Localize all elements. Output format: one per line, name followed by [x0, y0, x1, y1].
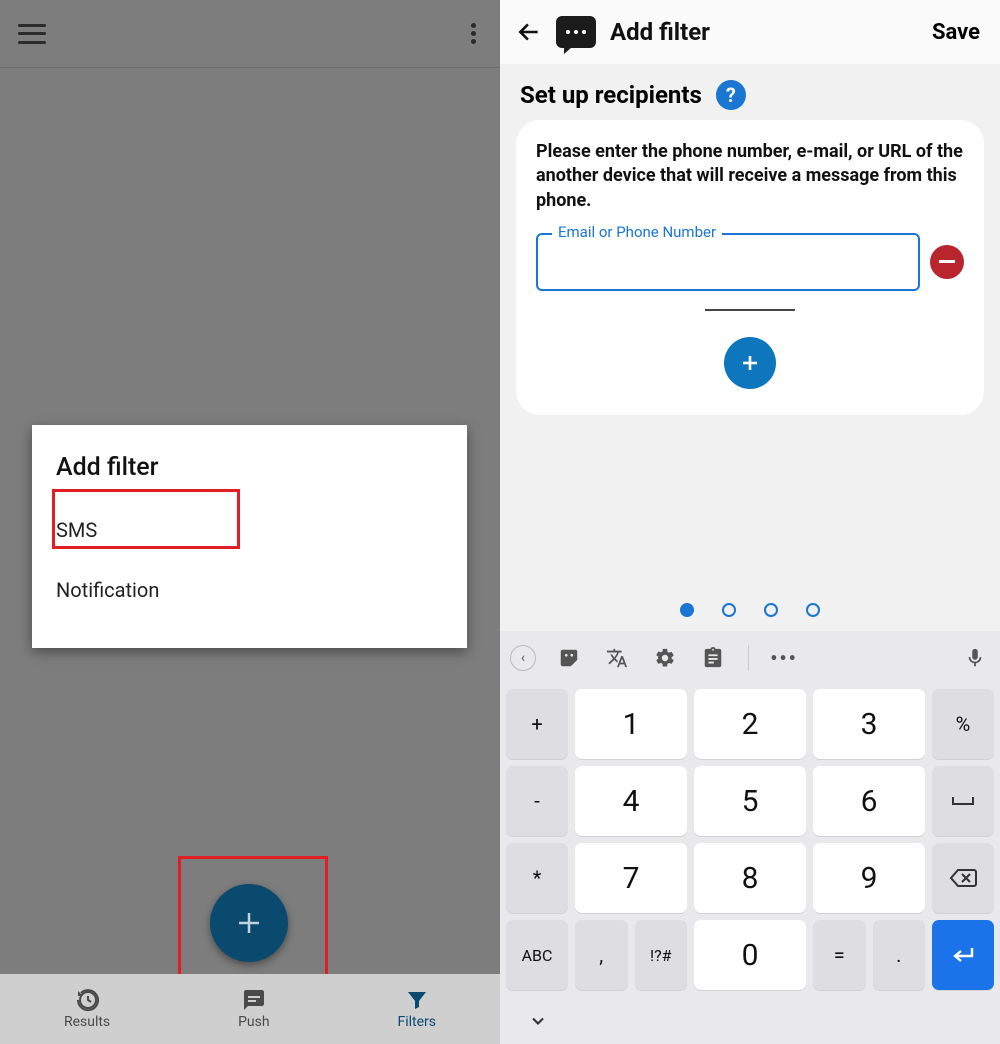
enter-icon — [950, 945, 976, 965]
page-dot-4[interactable] — [806, 603, 820, 617]
key-3[interactable]: 3 — [813, 689, 925, 759]
add-recipient-button[interactable] — [724, 337, 776, 389]
space-icon — [950, 792, 976, 810]
dialog-option-label: SMS — [56, 518, 97, 542]
page-title: Add filter — [610, 18, 914, 46]
filter-icon — [405, 988, 429, 1012]
section-title: Set up recipients — [520, 81, 702, 109]
plus-icon — [738, 351, 762, 375]
description-text: Please enter the phone number, e-mail, o… — [536, 140, 964, 213]
key-comma[interactable]: , — [575, 920, 628, 990]
dialog-option-label: Notification — [56, 578, 159, 602]
key-plus[interactable]: + — [506, 689, 568, 759]
key-1[interactable]: 1 — [575, 689, 687, 759]
translate-icon[interactable] — [602, 647, 632, 669]
divider — [705, 309, 795, 311]
message-icon — [242, 988, 266, 1012]
key-2[interactable]: 2 — [694, 689, 806, 759]
save-button[interactable]: Save — [928, 14, 984, 51]
mic-icon[interactable] — [960, 647, 990, 669]
key-abc[interactable]: ABC — [506, 920, 568, 990]
recipient-row: Email or Phone Number — [536, 233, 964, 291]
key-6[interactable]: 6 — [813, 766, 925, 836]
dialog-option-sms[interactable]: SMS — [32, 500, 467, 560]
right-app-bar: Add filter Save — [500, 0, 1000, 64]
page-dot-2[interactable] — [722, 603, 736, 617]
dialog-title: Add filter — [32, 453, 467, 500]
nav-tab-label: Filters — [397, 1014, 436, 1030]
key-dot[interactable]: . — [873, 920, 926, 990]
nav-tab-filters[interactable]: Filters — [397, 988, 436, 1030]
page-indicator — [500, 589, 1000, 631]
section-header: Set up recipients ? — [500, 64, 1000, 120]
key-7[interactable]: 7 — [575, 843, 687, 913]
backspace-icon — [949, 868, 977, 888]
key-symbols[interactable]: !?# — [635, 920, 688, 990]
bottom-nav: Results Push Filters — [0, 974, 500, 1044]
history-icon — [75, 988, 99, 1012]
key-8[interactable]: 8 — [694, 843, 806, 913]
recipients-card: Please enter the phone number, e-mail, o… — [516, 120, 984, 415]
key-5[interactable]: 5 — [694, 766, 806, 836]
key-4[interactable]: 4 — [575, 766, 687, 836]
key-star[interactable]: * — [506, 843, 568, 913]
dialog-option-notification[interactable]: Notification — [32, 560, 467, 620]
field-label: Email or Phone Number — [552, 223, 722, 241]
key-enter[interactable] — [932, 920, 994, 990]
nav-tab-label: Push — [238, 1014, 270, 1030]
keyboard-collapse-button[interactable] — [500, 998, 1000, 1044]
separator — [748, 645, 749, 671]
chat-icon — [556, 16, 596, 48]
right-screen: Add filter Save Set up recipients ? Plea… — [500, 0, 1000, 1044]
help-icon[interactable]: ? — [716, 80, 746, 110]
nav-tab-push[interactable]: Push — [238, 988, 270, 1030]
more-icon[interactable] — [465, 17, 482, 50]
back-icon[interactable] — [516, 19, 542, 45]
remove-recipient-button[interactable] — [930, 245, 964, 279]
clipboard-icon[interactable] — [698, 647, 728, 669]
key-0[interactable]: 0 — [694, 920, 806, 990]
key-percent[interactable]: % — [932, 689, 994, 759]
hamburger-icon[interactable] — [18, 24, 46, 44]
page-dot-3[interactable] — [764, 603, 778, 617]
nav-tab-results[interactable]: Results — [64, 988, 110, 1030]
sticker-icon[interactable] — [554, 647, 584, 669]
page-dot-1[interactable] — [680, 603, 694, 617]
keyboard-collapse-left-icon[interactable]: ‹ — [510, 645, 536, 671]
recipient-input[interactable] — [536, 233, 920, 291]
key-9[interactable]: 9 — [813, 843, 925, 913]
left-app-bar — [0, 0, 500, 68]
add-fab[interactable] — [210, 884, 288, 962]
keyboard-toolbar: ‹ ••• — [500, 631, 1000, 685]
key-minus[interactable]: - — [506, 766, 568, 836]
more-options-icon[interactable]: ••• — [769, 646, 799, 670]
key-equals[interactable]: = — [813, 920, 866, 990]
left-screen: Add filter SMS Notification Results — [0, 0, 500, 1044]
chevron-down-icon — [528, 1011, 548, 1031]
recipient-field: Email or Phone Number — [536, 233, 920, 291]
add-filter-dialog: Add filter SMS Notification — [32, 425, 467, 648]
key-space[interactable] — [932, 766, 994, 836]
keypad: + 1 2 3 % - 4 5 6 * 7 8 9 — [500, 685, 1000, 998]
settings-icon[interactable] — [650, 647, 680, 669]
nav-tab-label: Results — [64, 1014, 110, 1030]
minus-icon — [939, 260, 955, 263]
keyboard: ‹ ••• + 1 2 3 % — [500, 631, 1000, 1044]
key-backspace[interactable] — [932, 843, 994, 913]
